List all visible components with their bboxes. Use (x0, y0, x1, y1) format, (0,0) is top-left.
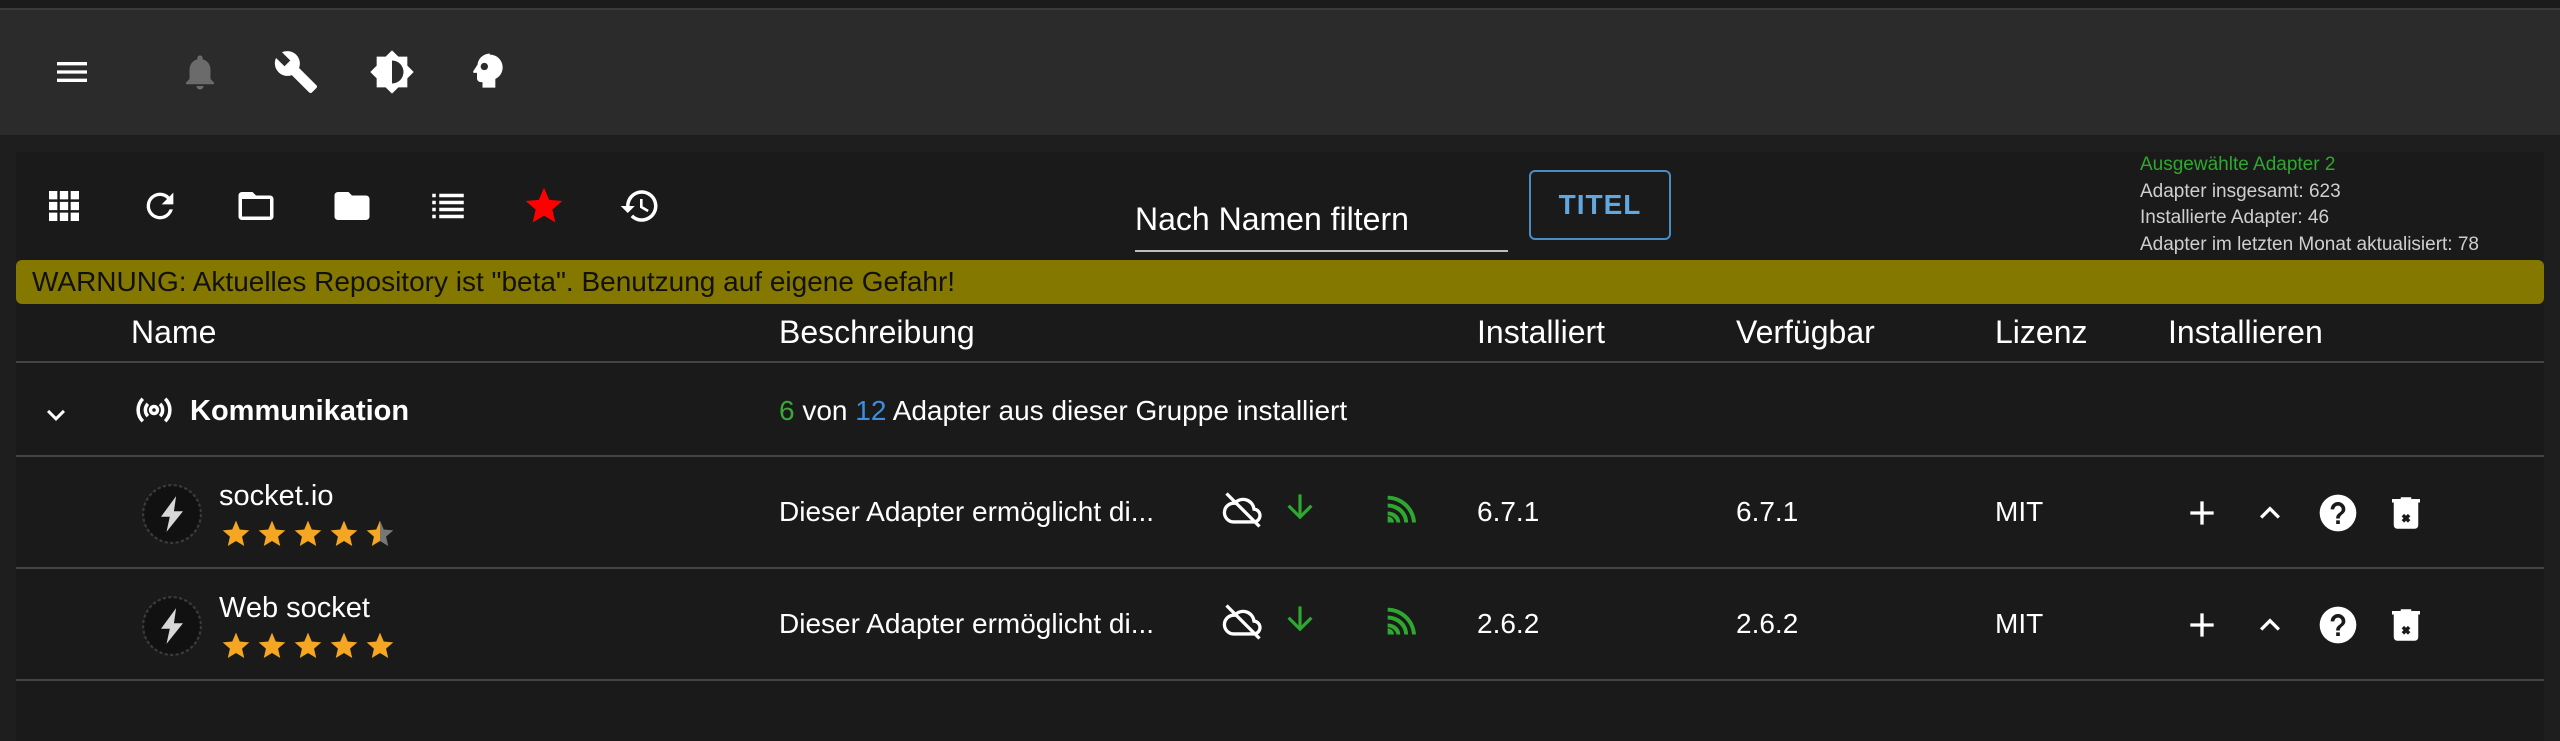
add-instance-icon[interactable] (2180, 603, 2224, 647)
name-filter-field[interactable] (1135, 190, 1508, 252)
column-header-license: Lizenz (1995, 314, 2088, 350)
star-full-icon (294, 520, 322, 546)
snyk-icon[interactable] (1380, 602, 1424, 646)
group-installed-count: 6 (779, 395, 795, 426)
chevron-up-icon[interactable] (2248, 491, 2292, 535)
update-history-icon[interactable] (614, 180, 666, 232)
expert-mode-icon[interactable] (462, 46, 514, 98)
communication-icon (132, 388, 176, 432)
name-filter-input[interactable] (1135, 190, 1508, 248)
adapter-stats: Ausgewählte Adapter 2 Adapter insgesamt:… (2140, 152, 2479, 258)
column-header-installed: Installiert (1477, 314, 1606, 350)
available-version: 2.6.2 (1736, 608, 1799, 639)
rating-stars (220, 630, 396, 662)
chevron-up-icon[interactable] (2248, 603, 2292, 647)
adapter-logo-icon (138, 480, 206, 548)
adapter-name: Web socket (219, 592, 370, 624)
download-arrow-icon (1280, 599, 1320, 639)
installed-adapters-count: Installierte Adapter: 46 (2140, 207, 2330, 228)
adapter-description: Dieser Adapter ermöglicht di... (779, 496, 1155, 527)
star-full-icon (294, 632, 322, 658)
selected-adapters-count: Ausgewählte Adapter 2 (2140, 154, 2336, 175)
divider (16, 455, 2544, 457)
chevron-down-icon[interactable] (36, 395, 76, 435)
delete-icon[interactable] (2384, 603, 2428, 647)
divider (16, 361, 2544, 363)
menu-icon[interactable] (46, 46, 98, 98)
adapter-description: Dieser Adapter ermöglicht di... (779, 608, 1155, 639)
column-header-description: Beschreibung (779, 314, 975, 350)
group-total-count: 12 (855, 395, 887, 426)
star-full-icon (222, 520, 250, 546)
folder-outline-icon[interactable] (230, 180, 282, 232)
column-header-install: Installieren (2168, 314, 2323, 350)
group-name: Kommunikation (190, 395, 410, 427)
column-header-available: Verfügbar (1736, 314, 1875, 350)
grid-view-icon[interactable] (38, 180, 90, 232)
group-von: von (802, 395, 848, 426)
top-border (0, 0, 2560, 10)
refresh-icon[interactable] (134, 180, 186, 232)
rating-stars (220, 518, 396, 550)
divider (16, 567, 2544, 569)
adapter-name: socket.io (219, 480, 334, 512)
divider (16, 679, 2544, 681)
star-full-icon (330, 632, 358, 658)
updated-adapters-count: Adapter im letzten Monat aktualisiert: 7… (2140, 233, 2480, 255)
star-full-icon (258, 520, 286, 546)
cloud-off-icon (1218, 600, 1268, 644)
help-icon[interactable] (2316, 491, 2360, 535)
star-icon[interactable] (518, 180, 570, 232)
folder-icon[interactable] (326, 180, 378, 232)
bell-icon[interactable] (174, 46, 226, 98)
star-full-icon (330, 520, 358, 546)
cloud-off-icon (1218, 488, 1268, 532)
wrench-icon[interactable] (270, 46, 322, 98)
installed-version: 2.6.2 (1477, 608, 1540, 639)
brightness-icon[interactable] (366, 46, 418, 98)
snyk-icon[interactable] (1380, 490, 1424, 534)
help-icon[interactable] (2316, 603, 2360, 647)
total-adapters-count: Adapter insgesamt: 623 (2140, 180, 2341, 202)
column-header-name[interactable]: Name (131, 312, 216, 352)
app-bar (0, 10, 2560, 135)
star-full-icon (222, 632, 250, 658)
license[interactable]: MIT (1995, 492, 2043, 532)
titel-button[interactable]: TITEL (1529, 170, 1671, 240)
available-version: 6.7.1 (1736, 496, 1799, 527)
download-arrow-icon (1280, 487, 1320, 527)
star-full-icon (366, 632, 394, 658)
group-installed-summary: 6 von 12 Adapter aus dieser Gruppe insta… (779, 391, 1347, 431)
installed-version: 6.7.1 (1477, 496, 1540, 527)
repository-warning: WARNUNG: Aktuelles Repository ist "beta"… (16, 260, 2544, 304)
add-instance-icon[interactable] (2180, 491, 2224, 535)
group-suffix: Adapter aus dieser Gruppe installiert (892, 395, 1348, 426)
star-half-icon (366, 520, 394, 546)
delete-icon[interactable] (2384, 491, 2428, 535)
adapter-logo-icon (138, 592, 206, 660)
list-icon[interactable] (422, 180, 474, 232)
star-full-icon (258, 632, 286, 658)
license[interactable]: MIT (1995, 604, 2043, 644)
